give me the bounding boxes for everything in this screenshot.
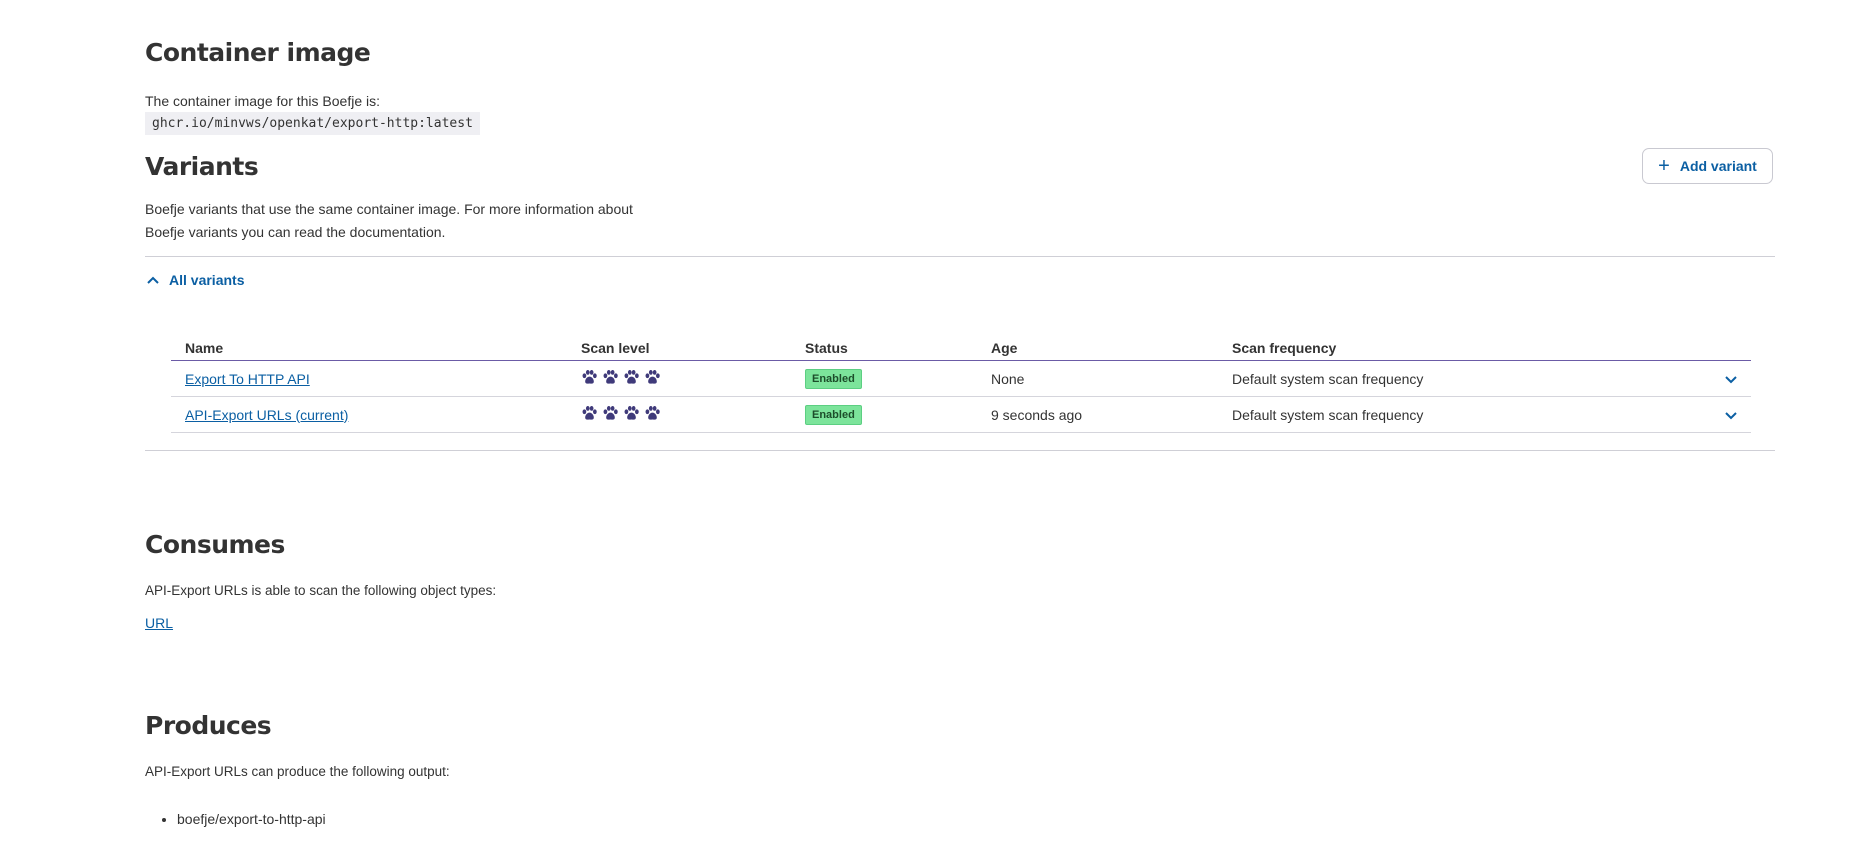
add-variant-button[interactable]: + Add variant: [1642, 148, 1773, 184]
variants-description: Boefje variants that use the same contai…: [145, 198, 665, 244]
container-image-code: ghcr.io/minvws/openkat/export-http:lates…: [145, 112, 480, 135]
column-header-actions: [1693, 330, 1751, 361]
row-expand-button[interactable]: [1693, 396, 1751, 433]
paw-icon: [645, 405, 660, 420]
consumes-heading: Consumes: [145, 530, 285, 559]
paw-icon: [624, 369, 639, 384]
paw-icon: [582, 369, 597, 384]
object-type-link-url[interactable]: URL: [145, 615, 173, 631]
chevron-down-icon: [1725, 375, 1737, 383]
paw-icon: [582, 405, 597, 420]
consumes-description: API-Export URLs is able to scan the foll…: [145, 583, 497, 598]
scan-level-paws: [581, 369, 661, 386]
divider: [145, 450, 1775, 451]
variant-name-link[interactable]: API-Export URLs (current): [185, 407, 348, 423]
variants-table: Name Scan level Status Age Scan frequenc…: [171, 330, 1751, 433]
scan-level-paws: [581, 405, 661, 422]
table-header-row: Name Scan level Status Age Scan frequenc…: [171, 330, 1751, 361]
divider: [145, 256, 1775, 257]
paw-icon: [603, 405, 618, 420]
paw-icon: [624, 405, 639, 420]
produces-heading: Produces: [145, 711, 272, 740]
list-item: boefje/export-to-http-api: [177, 809, 326, 829]
boefje-detail-page: Container image The container image for …: [0, 0, 1869, 862]
produces-list: boefje/export-to-http-api: [165, 809, 326, 829]
variant-age: 9 seconds ago: [977, 396, 1218, 433]
variants-description-line1: Boefje variants that use the same contai…: [145, 201, 633, 217]
container-image-heading: Container image: [145, 38, 371, 67]
produces-description: API-Export URLs can produce the followin…: [145, 764, 450, 779]
column-header-status: Status: [791, 330, 977, 361]
status-badge: Enabled: [805, 404, 862, 425]
variant-scan-frequency: Default system scan frequency: [1218, 396, 1693, 433]
column-header-scan-level: Scan level: [567, 330, 791, 361]
all-variants-label: All variants: [169, 272, 245, 288]
column-header-age: Age: [977, 330, 1218, 361]
container-image-description: The container image for this Boefje is:: [145, 93, 381, 109]
row-expand-button[interactable]: [1693, 360, 1751, 397]
table-row: API-Export URLs (current) Enabled 9 seco…: [171, 396, 1751, 433]
plus-icon: +: [1658, 155, 1670, 177]
all-variants-toggle[interactable]: All variants: [147, 272, 244, 288]
column-header-scan-frequency: Scan frequency: [1218, 330, 1693, 361]
variant-scan-frequency: Default system scan frequency: [1218, 360, 1693, 397]
paw-icon: [645, 369, 660, 384]
chevron-down-icon: [1725, 411, 1737, 419]
chevron-up-icon: [147, 276, 159, 284]
status-badge: Enabled: [805, 368, 862, 389]
add-variant-label: Add variant: [1679, 158, 1757, 174]
table-row: Export To HTTP API Enabled None Default …: [171, 360, 1751, 397]
variants-description-line2: Boefje variants you can read the documen…: [145, 224, 446, 240]
variant-age: None: [977, 360, 1218, 397]
paw-icon: [603, 369, 618, 384]
variants-heading: Variants: [145, 152, 259, 181]
variant-name-link[interactable]: Export To HTTP API: [185, 371, 310, 387]
column-header-name: Name: [171, 330, 567, 361]
